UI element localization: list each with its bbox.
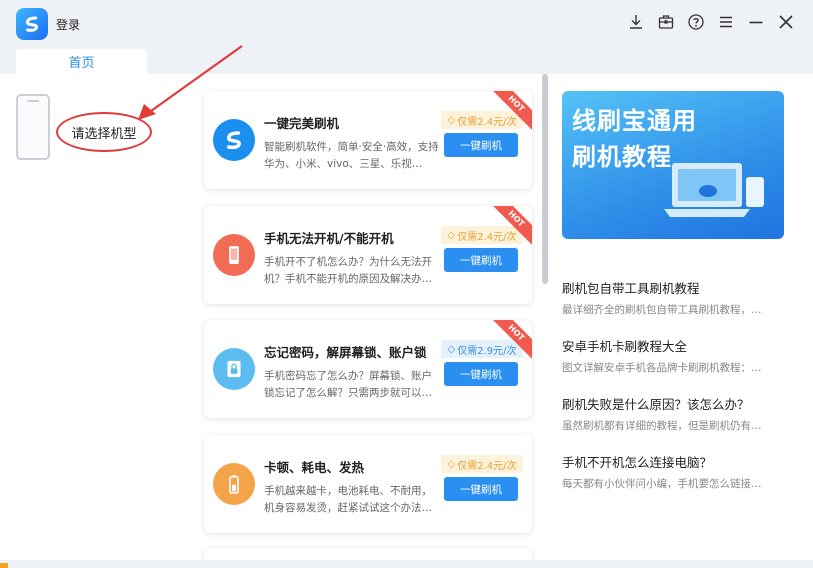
login-link[interactable]: 登录	[56, 16, 80, 33]
article-item[interactable]: 安卓手机卡刷教程大全 图文详解安卓手机各品牌卡刷刷机教程：…	[562, 336, 784, 375]
download-icon[interactable]	[627, 12, 645, 32]
price-label: 仅需2.4元/次	[457, 460, 517, 472]
title-bar: 登录 首页	[0, 0, 813, 74]
select-model-label: 请选择机型	[71, 126, 137, 142]
article-item[interactable]: 刷机失败是什么原因？该怎么办？ 虽然刷机都有详细的教程，但是刷机仍有…	[562, 394, 784, 433]
card-title: 卡顿、耗电、发热	[264, 460, 365, 475]
article-title: 手机不开机怎么连接电脑？	[562, 455, 713, 470]
lock-icon	[213, 348, 255, 390]
price-tag: ◇ 仅需2.4元/次	[441, 455, 523, 473]
service-card[interactable]: 一键完美刷机 智能刷机软件，简单·安全·高效，支持华为、小米、vivo、三星、乐…	[204, 91, 532, 189]
window-controls	[627, 12, 795, 32]
app-logo-icon	[213, 119, 255, 161]
scrollbar[interactable]	[542, 74, 548, 284]
main-panel: 请选择机型 一键完美刷机 智能刷机软件，简单·安全·高效，支持华为、小米、viv…	[0, 45, 813, 568]
article-description: 虽然刷机都有详细的教程，但是刷机仍有…	[562, 420, 762, 432]
service-card[interactable]: 手机无法开机/不能开机 手机开不了机怎么办？为什么无法开机？手机不能开机的原因及…	[204, 206, 532, 304]
app-logo-icon	[16, 8, 48, 40]
help-icon[interactable]	[687, 12, 705, 32]
article-title: 刷机包自带工具刷机教程	[562, 281, 700, 296]
diamond-icon: ◇	[447, 114, 456, 126]
card-description: 手机越来越卡，电池耗电、不耐用，机身容易发烫，赶紧试试这个办法…	[264, 485, 432, 514]
price-tag: ◇ 仅需2.9元/次	[441, 340, 523, 358]
one-click-flash-button[interactable]: 一键刷机	[444, 248, 518, 272]
service-card[interactable]: 卡顿、耗电、发热 手机越来越卡，电池耗电、不耐用，机身容易发烫，赶紧试试这个办法…	[204, 435, 532, 533]
price-tag: ◇ 仅需2.4元/次	[441, 226, 523, 244]
article-description: 最详细齐全的刷机包自带工具刷机教程，…	[562, 304, 762, 316]
tab-home[interactable]: 首页	[16, 49, 147, 74]
article-item[interactable]: 刷机包自带工具刷机教程 最详细齐全的刷机包自带工具刷机教程，…	[562, 278, 784, 317]
diamond-icon: ◇	[447, 458, 456, 470]
menu-icon[interactable]	[717, 12, 735, 32]
battery-icon	[213, 463, 255, 505]
diamond-icon: ◇	[447, 229, 456, 241]
article-title: 刷机失败是什么原因？该怎么办？	[562, 397, 750, 412]
laptop-illustration-icon	[664, 163, 764, 217]
card-title: 手机无法开机/不能开机	[264, 231, 394, 246]
price-label: 仅需2.4元/次	[457, 231, 517, 243]
article-title: 安卓手机卡刷教程大全	[562, 339, 688, 354]
phone-icon	[213, 234, 255, 276]
status-indicator	[0, 563, 8, 568]
one-click-flash-button[interactable]: 一键刷机	[444, 362, 518, 386]
price-label: 仅需2.9元/次	[457, 345, 517, 357]
card-title: 一键完美刷机	[264, 116, 340, 131]
article-item[interactable]: 手机不开机怎么连接电脑？ 每天都有小伙伴问小编，手机要怎么链接…	[562, 452, 784, 491]
one-click-flash-button[interactable]: 一键刷机	[444, 133, 518, 157]
toolbox-icon[interactable]	[657, 12, 675, 32]
banner-title-line1: 线刷宝通用	[572, 107, 697, 135]
card-description: 手机开不了机怎么办？为什么无法开机？手机不能开机的原因及解决办…	[264, 256, 432, 285]
banner-title-line2: 刷机教程	[572, 143, 672, 171]
card-description: 手机密码忘了怎么办？屏幕锁、账户锁忘记了怎么解？只需两步就可以…	[264, 370, 432, 399]
minimize-icon[interactable]	[747, 12, 765, 32]
article-description: 图文详解安卓手机各品牌卡刷刷机教程：…	[562, 362, 762, 374]
article-description: 每天都有小伙伴问小编，手机要怎么链接…	[562, 478, 762, 490]
card-title: 忘记密码，解屏幕锁、账户锁	[264, 345, 427, 360]
price-tag: ◇ 仅需2.4元/次	[441, 111, 523, 129]
close-icon[interactable]	[777, 12, 795, 32]
price-label: 仅需2.4元/次	[457, 116, 517, 128]
one-click-flash-button[interactable]: 一键刷机	[444, 477, 518, 501]
phone-placeholder-icon	[16, 94, 50, 160]
service-card[interactable]: 忘记密码，解屏幕锁、账户锁 手机密码忘了怎么办？屏幕锁、账户锁忘记了怎么解？只需…	[204, 320, 532, 418]
card-description: 智能刷机软件，简单·安全·高效，支持华为、小米、vivo、三星、乐视…	[264, 141, 439, 170]
bottom-strip	[0, 560, 813, 568]
diamond-icon: ◇	[447, 343, 456, 355]
tutorial-banner[interactable]: 线刷宝通用 刷机教程	[562, 91, 784, 239]
